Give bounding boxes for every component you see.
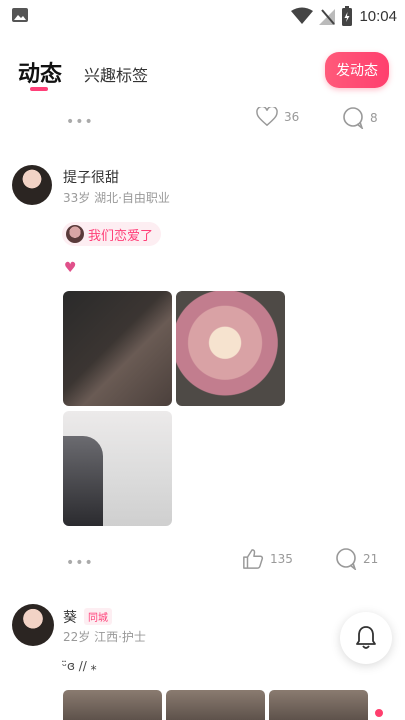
post-actions: ••• 135 21 [0, 546, 405, 576]
notification-button[interactable] [340, 612, 392, 664]
thumbs-up-icon [243, 549, 264, 569]
heart-icon [256, 107, 278, 127]
notification-dot [375, 709, 383, 717]
comment-icon [343, 107, 364, 129]
user-name[interactable]: 葵 [63, 607, 77, 627]
topic-tag[interactable]: 我们恋爱了 [62, 222, 162, 246]
nearby-badge: 同城 [84, 608, 112, 625]
like-button[interactable]: 135 [242, 548, 293, 570]
tab-interest-tags[interactable]: 兴趣标签 [84, 62, 148, 86]
more-icon[interactable]: ••• [66, 555, 94, 571]
topic-thumbnail [66, 225, 84, 243]
comment-count: 8 [370, 111, 378, 125]
comment-button[interactable]: 8 [342, 107, 378, 129]
top-nav: 动态 兴趣标签 发动态 [0, 48, 405, 96]
post-photo[interactable] [63, 690, 162, 720]
battery-icon [342, 6, 353, 26]
like-button[interactable]: 36 [256, 107, 299, 127]
comment-button[interactable]: 21 [335, 548, 378, 570]
post-photo[interactable] [63, 291, 172, 406]
tab-indicator [30, 87, 48, 91]
post-photo[interactable] [269, 690, 368, 720]
comment-count: 21 [363, 552, 379, 566]
post-button[interactable]: 发动态 [325, 52, 389, 88]
next-post-photos [63, 690, 368, 720]
avatar[interactable] [12, 604, 54, 646]
topic-label: 我们恋爱了 [88, 228, 154, 244]
post-photo[interactable] [176, 291, 285, 406]
signal-icon [319, 9, 336, 25]
user-name[interactable]: 提子很甜 [63, 167, 119, 187]
like-count: 135 [270, 552, 293, 566]
wifi-icon [291, 7, 314, 24]
prev-post-actions: ••• 36 8 [0, 105, 405, 135]
bell-icon [356, 626, 376, 649]
avatar[interactable] [12, 165, 52, 205]
user-meta: 22岁 江西·护士 [63, 630, 146, 644]
post-photo[interactable] [63, 411, 172, 526]
tab-feed[interactable]: 动态 [18, 56, 62, 88]
clock: 10:04 [359, 7, 397, 25]
post-text: ♥ [64, 260, 77, 276]
comment-icon [336, 548, 357, 570]
photo-icon [12, 8, 28, 22]
more-icon[interactable]: ••• [66, 114, 94, 130]
user-meta: 33岁 湖北·自由职业 [63, 191, 170, 205]
post-photo[interactable] [166, 690, 265, 720]
like-count: 36 [284, 110, 300, 124]
post-text: ᵕ̈ɞ // ⁎ [62, 659, 97, 673]
status-bar: 10:04 [0, 0, 405, 32]
